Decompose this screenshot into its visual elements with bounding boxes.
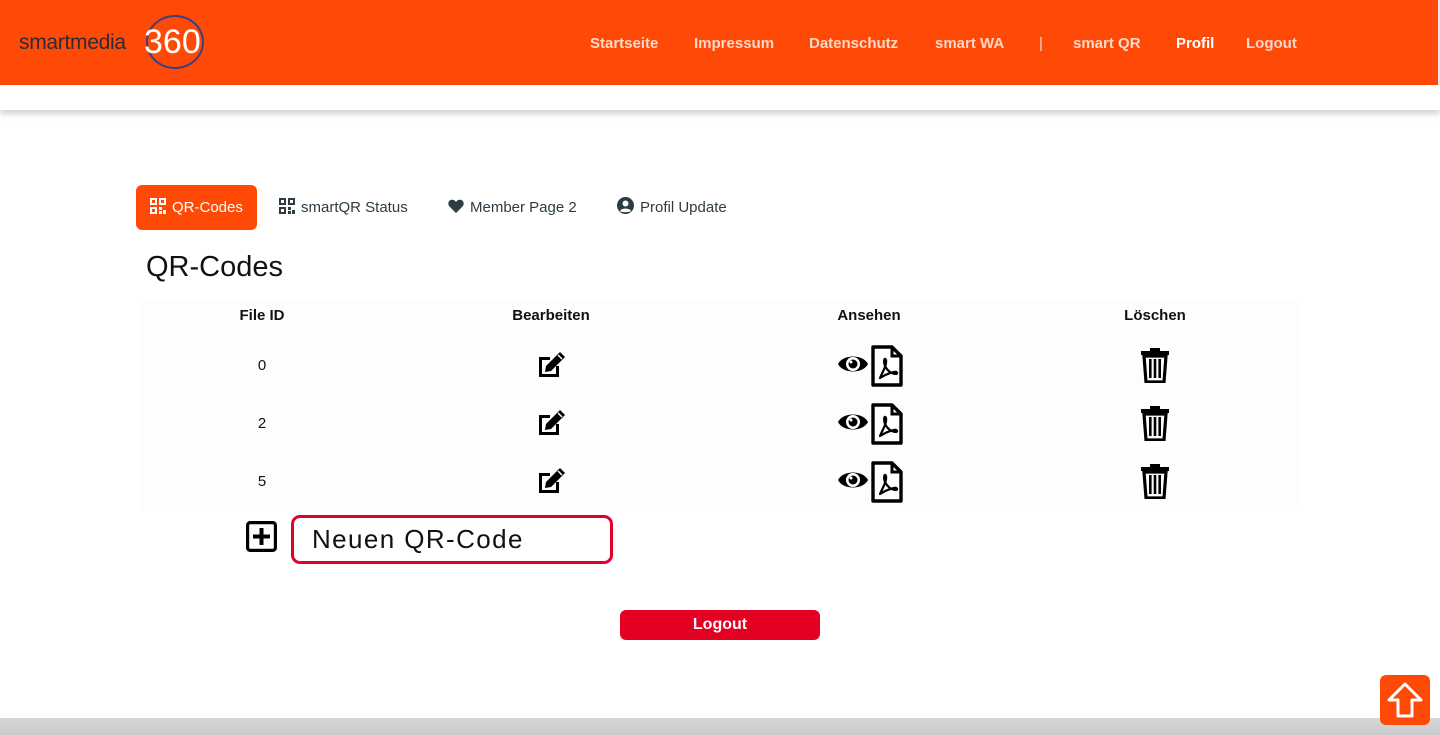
nav-impressum[interactable]: Impressum xyxy=(694,35,774,53)
site-header: smartmedia 360 Startseite Impressum Date… xyxy=(0,0,1440,85)
logo-number: 360 xyxy=(144,23,201,61)
tab-label: QR-Codes xyxy=(172,199,243,216)
table-row: 5 xyxy=(140,453,1300,511)
tab-label: Member Page 2 xyxy=(470,199,577,216)
nav-profil[interactable]: Profil xyxy=(1176,35,1214,53)
nav-startseite[interactable]: Startseite xyxy=(590,35,658,53)
tab-member-page-2[interactable]: Member Page 2 xyxy=(448,185,577,230)
table-row: 0 xyxy=(140,337,1300,395)
pdf-icon[interactable] xyxy=(871,345,903,392)
plus-square-icon[interactable] xyxy=(246,521,277,552)
user-circle-icon xyxy=(617,197,634,218)
file-id-cell: 5 xyxy=(257,473,267,490)
eye-icon[interactable] xyxy=(837,469,869,496)
nav-datenschutz[interactable]: Datenschutz xyxy=(809,35,898,53)
pdf-icon[interactable] xyxy=(871,403,903,450)
tab-smartqr-status[interactable]: smartQR Status xyxy=(279,185,408,230)
pdf-icon[interactable] xyxy=(871,461,903,508)
column-header-ansehen: Ansehen xyxy=(837,307,901,324)
column-header-file-id: File ID xyxy=(239,307,285,324)
eye-icon[interactable] xyxy=(837,411,869,438)
qr-icon xyxy=(279,197,295,218)
nav-smart-qr[interactable]: smart QR xyxy=(1073,35,1141,53)
tab-profil-update[interactable]: Profil Update xyxy=(617,185,727,230)
nav-separator: | xyxy=(1039,35,1043,52)
edit-icon[interactable] xyxy=(535,349,567,386)
bottom-bar xyxy=(0,718,1440,735)
trash-icon[interactable] xyxy=(1139,405,1171,446)
tab-label: Profil Update xyxy=(640,199,727,216)
file-id-cell: 2 xyxy=(257,415,267,432)
trash-icon[interactable] xyxy=(1139,463,1171,504)
column-header-loeschen: Löschen xyxy=(1124,307,1186,324)
logo[interactable]: smartmedia 360 xyxy=(19,14,219,74)
edit-icon[interactable] xyxy=(535,407,567,444)
scroll-to-top-button[interactable] xyxy=(1380,675,1430,725)
qr-codes-table: File ID Bearbeiten Ansehen Löschen 0 2 5 xyxy=(140,300,1300,510)
page-title: QR-Codes xyxy=(146,251,283,283)
nav-smart-wa[interactable]: smart WA xyxy=(935,35,1004,53)
table-row: 2 xyxy=(140,395,1300,453)
qr-icon xyxy=(150,197,166,218)
tab-label: smartQR Status xyxy=(301,199,408,216)
new-qr-code-button[interactable]: Neuen QR-Code xyxy=(291,515,613,564)
tab-qr-codes[interactable]: QR-Codes xyxy=(136,185,257,230)
heart-icon xyxy=(448,199,464,217)
trash-icon[interactable] xyxy=(1139,347,1171,388)
file-id-cell: 0 xyxy=(257,357,267,374)
edit-icon[interactable] xyxy=(535,465,567,502)
nav-logout[interactable]: Logout xyxy=(1246,35,1297,53)
logout-button[interactable]: Logout xyxy=(620,610,820,640)
header-shadow-band xyxy=(0,85,1440,110)
column-header-bearbeiten: Bearbeiten xyxy=(512,307,590,324)
logo-word: smartmedia xyxy=(19,31,126,54)
eye-icon[interactable] xyxy=(837,353,869,380)
arrow-up-icon xyxy=(1387,682,1423,718)
